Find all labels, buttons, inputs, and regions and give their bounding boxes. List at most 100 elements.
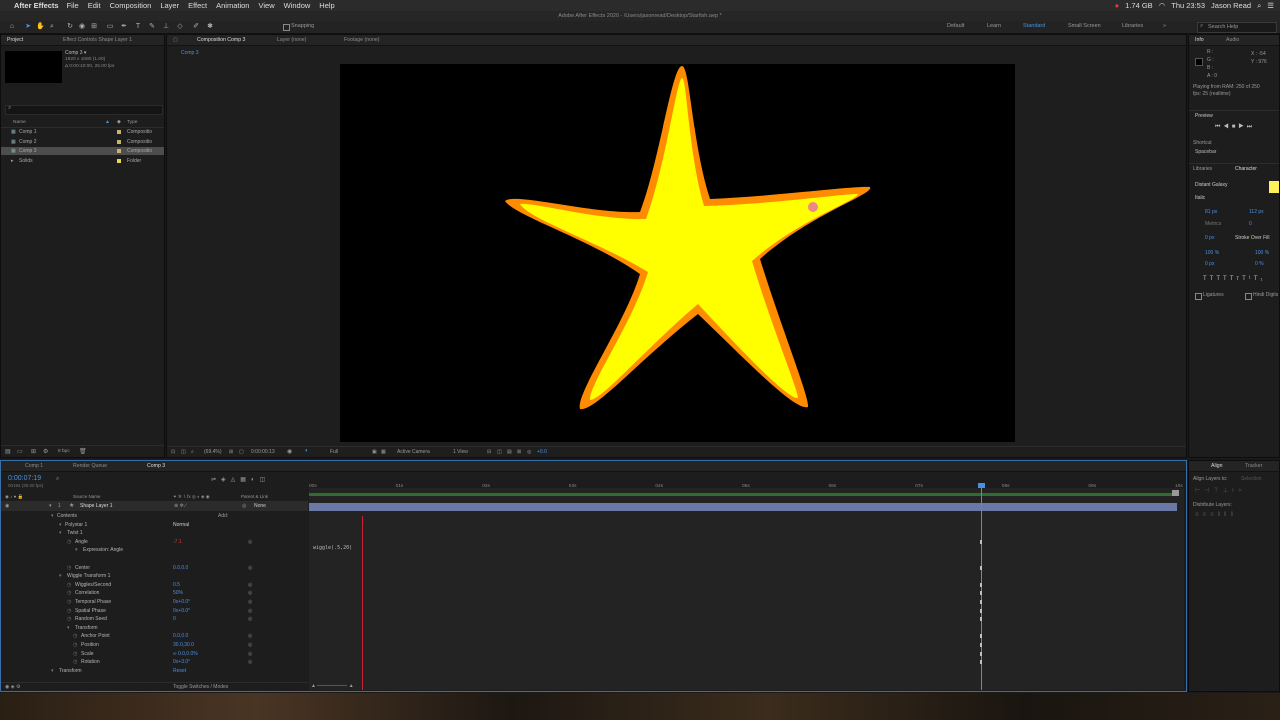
keyframe-marker[interactable] xyxy=(980,565,982,570)
keyframe-marker[interactable] xyxy=(980,643,982,647)
always-preview-icon[interactable]: ⊡ xyxy=(171,449,175,455)
distribute-right-icon[interactable]: ‖ xyxy=(1231,512,1237,518)
horizontal-scale[interactable]: 100 % xyxy=(1255,250,1269,256)
playhead-icon[interactable] xyxy=(978,483,985,488)
camera-select[interactable]: Active Camera xyxy=(397,449,430,455)
property-pickwhip-icon[interactable]: ◎ xyxy=(248,650,252,659)
distribute-bottom-icon[interactable]: ≡ xyxy=(1210,512,1218,518)
hide-shy-icon[interactable]: ◬ xyxy=(231,477,241,483)
current-time[interactable]: 0:00:00:13 xyxy=(251,449,275,455)
expand-arrow-icon[interactable]: ▾ xyxy=(51,667,54,676)
parent-pickwhip-icon[interactable]: ◎ xyxy=(242,503,246,509)
property-row[interactable]: ◷ Angle -7.1 ◎ xyxy=(1,538,308,547)
faux-bold-icon[interactable]: T xyxy=(1203,276,1210,282)
baseline-shift[interactable]: 0 px xyxy=(1205,261,1214,267)
property-row[interactable]: ▾ Contents Add: xyxy=(1,512,308,521)
property-value[interactable]: 30.0,30.0 xyxy=(173,641,194,650)
last-frame-icon[interactable]: ⏭ xyxy=(1247,124,1255,130)
rotate-tool-icon[interactable]: ↻ xyxy=(66,22,74,31)
menu-animation[interactable]: Animation xyxy=(216,1,249,10)
workspace-small-screen[interactable]: Small Screen xyxy=(1068,23,1101,29)
interpret-footage-icon[interactable]: ▤ xyxy=(5,448,11,455)
transparency-grid-icon[interactable]: ▦ xyxy=(381,449,386,455)
keyframe-marker[interactable] xyxy=(980,617,982,622)
column-source-name[interactable]: Source Name xyxy=(73,494,101,499)
keyframe-marker[interactable] xyxy=(980,582,982,587)
fast-previews-icon[interactable]: ◫ xyxy=(497,449,502,455)
workspace-standard[interactable]: Standard xyxy=(1023,23,1045,29)
reset-exposure-icon[interactable]: ◎ xyxy=(527,449,531,455)
stopwatch-icon[interactable]: ◷ xyxy=(73,632,77,641)
roto-brush-tool-icon[interactable]: ✐ xyxy=(192,22,200,31)
clock[interactable]: Thu 23:53 xyxy=(1171,1,1205,10)
new-comp-icon[interactable]: ⊞ xyxy=(31,448,36,455)
stopwatch-icon[interactable]: ◷ xyxy=(67,564,71,573)
mask-visibility-icon[interactable]: ◫ xyxy=(181,449,186,455)
small-caps-icon[interactable]: Tᴛ xyxy=(1230,276,1242,282)
distribute-top-icon[interactable]: ≡ xyxy=(1195,512,1203,518)
property-value[interactable]: 0x+3.0° xyxy=(173,658,190,667)
layer-duration-bar[interactable] xyxy=(309,503,1177,511)
keyframe-marker[interactable] xyxy=(980,591,982,596)
keyframe-marker[interactable] xyxy=(980,608,982,613)
type-tool-icon[interactable]: T xyxy=(134,22,142,31)
footer-icons[interactable]: ◉ ◈ ⚙ xyxy=(5,684,20,690)
tab-character[interactable]: Character xyxy=(1235,166,1257,172)
shortcut-select[interactable]: Spacebar xyxy=(1195,149,1216,155)
hindi-digits-checkbox[interactable] xyxy=(1245,293,1252,300)
project-item[interactable]: ▸ Solids Folder xyxy=(1,157,164,165)
workspace-libraries[interactable]: Libraries xyxy=(1122,23,1143,29)
motion-blur-icon[interactable]: ◐ xyxy=(251,477,260,483)
property-value[interactable]: 50% xyxy=(173,589,183,598)
flowchart-icon[interactable]: ⊠ xyxy=(517,449,521,455)
property-row[interactable]: ◷ Wiggles/Second 0.5 ◎ xyxy=(1,581,308,590)
add-content-button[interactable]: Add: xyxy=(218,512,228,521)
creative-cloud-icon[interactable]: ● xyxy=(1115,1,1120,10)
menu-extras-icon[interactable]: ☰ xyxy=(1267,1,1274,10)
property-value[interactable]: 0.0,0.0 xyxy=(173,564,188,573)
timeline-zoom[interactable]: ▲ ▲ xyxy=(311,683,371,690)
label-color-swatch[interactable] xyxy=(117,130,121,134)
property-value[interactable]: 0x+0.0° xyxy=(173,598,190,607)
search-help-input[interactable]: ⌕ Search Help xyxy=(1197,22,1277,33)
tab-comp-3[interactable]: Comp 3 xyxy=(147,462,165,470)
font-style-select[interactable]: Italic xyxy=(1195,195,1205,201)
property-pickwhip-icon[interactable]: ◎ xyxy=(248,615,252,624)
tsume[interactable]: 0 % xyxy=(1255,261,1264,267)
keyframe-marker[interactable] xyxy=(980,660,982,665)
property-value[interactable]: -7.1 xyxy=(173,538,182,547)
layer-visibility-icon[interactable]: ◉ xyxy=(5,503,9,509)
workspace-learn[interactable]: Learn xyxy=(987,23,1001,29)
stopwatch-icon[interactable]: ◷ xyxy=(67,607,71,616)
bpc-label[interactable]: 8 bpc xyxy=(58,449,70,454)
clone-stamp-tool-icon[interactable]: ⊥ xyxy=(162,22,170,31)
property-value[interactable]: 0 xyxy=(173,615,176,624)
brush-tool-icon[interactable]: ✎ xyxy=(148,22,156,31)
menu-window[interactable]: Window xyxy=(284,1,311,10)
tab-comp-1[interactable]: Comp 1 xyxy=(25,462,43,470)
property-row[interactable]: ▾ Wiggle Transform 1 xyxy=(1,572,308,581)
property-row[interactable]: ▾ Polystar 1 Normal xyxy=(1,521,308,530)
property-value[interactable]: 0.0,0.0 xyxy=(173,632,188,641)
tab-composition[interactable]: Composition Comp 3 xyxy=(197,36,245,44)
property-row[interactable]: ◷ Rotation 0x+3.0° ◎ xyxy=(1,658,308,667)
menu-view[interactable]: View xyxy=(258,1,274,10)
workspace-default[interactable]: Default xyxy=(947,23,964,29)
stopwatch-icon[interactable]: ◷ xyxy=(67,615,71,624)
property-pickwhip-icon[interactable]: ◎ xyxy=(248,581,252,590)
comp-breadcrumb[interactable]: Comp 3 xyxy=(181,50,199,56)
tab-layer[interactable]: Layer (none) xyxy=(277,36,306,44)
menu-help[interactable]: Help xyxy=(319,1,334,10)
time-graph[interactable]: 00s 01s 02s 03s 04s 05s 06s 07s 08s 09s 10s wiggle… xyxy=(309,480,1184,690)
property-row[interactable]: ◷ Temporal Phase 0x+0.0° ◎ xyxy=(1,598,308,607)
home-icon[interactable]: ⌂ xyxy=(8,22,16,31)
ligatures-checkbox[interactable] xyxy=(1195,293,1202,300)
settings-icon[interactable]: ⚙ xyxy=(43,448,48,455)
stopwatch-icon[interactable]: ◷ xyxy=(67,589,71,598)
property-row[interactable]: ▾ Transform xyxy=(1,624,308,633)
stopwatch-icon[interactable]: ◷ xyxy=(73,650,77,659)
align-target-select[interactable]: Selection xyxy=(1241,476,1262,482)
eraser-tool-icon[interactable]: ◇ xyxy=(176,22,184,31)
project-item[interactable]: ▦ Comp 1 Compositio xyxy=(1,128,164,136)
region-of-interest-icon[interactable]: ▣ xyxy=(372,449,377,455)
